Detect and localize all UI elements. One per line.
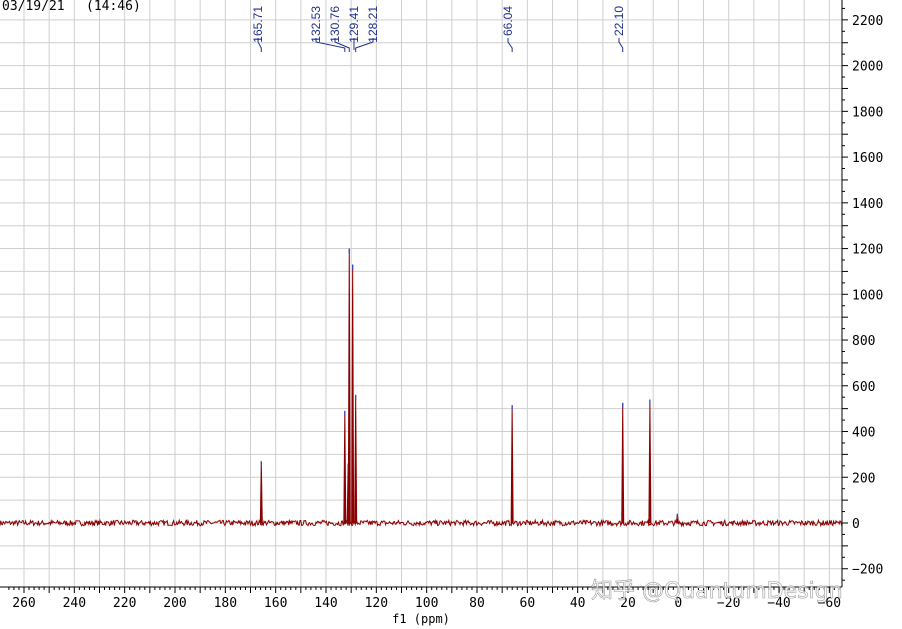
x-tick-label: 260 [12, 596, 35, 611]
y-tick-label: 0 [852, 517, 860, 532]
x-tick-label: 200 [163, 596, 186, 611]
header-time: (14:46) [86, 0, 141, 14]
watermark: 知乎 @QuantumDesign [591, 579, 843, 604]
x-tick-label: 180 [214, 596, 237, 611]
peak-label: 22.10 [612, 6, 626, 36]
y-tick-label: 200 [852, 471, 875, 486]
y-tick-label: 1400 [852, 197, 883, 212]
spectrum-peak [259, 461, 263, 524]
axes: 260 240 220 200 180 160 140 120 100 80 60 40 20 0 −20−… [0, 0, 883, 611]
y-tick-label: 800 [852, 334, 875, 349]
spectrum-peak [354, 394, 358, 524]
y-tick-label: 600 [852, 380, 875, 395]
x-tick-label: 120 [365, 596, 388, 611]
grid [0, 0, 842, 587]
x-tick-label: 40 [570, 596, 586, 611]
spectrum-peak [351, 264, 355, 524]
y-tick-label: 2000 [852, 60, 883, 75]
nmr-spectrum-chart: 260 240 220 200 180 160 140 120 100 80 60 40 20 0 −20−… [0, 0, 883, 626]
spectrum-peak [648, 399, 652, 524]
peak-label: 129.41 [347, 6, 361, 43]
spectrum-peak [510, 405, 514, 524]
y-tick-label: 400 [852, 426, 875, 441]
x-tick-label: 240 [63, 596, 86, 611]
peak-label: 132.53 [309, 6, 323, 43]
y-tick-label: 1200 [852, 243, 883, 258]
spectrum-baseline [0, 518, 843, 528]
peak-label-leader [618, 38, 624, 52]
y-tick-label: 1800 [852, 105, 883, 120]
spectrum [0, 248, 843, 528]
x-tick-label: 160 [264, 596, 287, 611]
peak-label: 130.76 [328, 6, 342, 43]
y-tick-label: 1600 [852, 151, 883, 166]
y-tick-label: −200 [852, 563, 883, 578]
peak-label: 66.04 [501, 6, 515, 36]
y-tick-label: 1000 [852, 288, 883, 303]
spectrum-peak [343, 410, 347, 524]
spectrum-peak [347, 248, 351, 524]
peak-label: 128.21 [366, 6, 380, 43]
x-axis-title: f1 (ppm) [392, 612, 450, 626]
x-tick-label: 80 [469, 596, 485, 611]
header-date: 03/19/21 [2, 0, 65, 14]
peak-labels: 165.71 132.53 130.76 129.41 128.21 66.04 22.10 [251, 6, 626, 52]
spectrum-peak [621, 402, 625, 524]
y-tick-label: 2200 [852, 14, 883, 29]
x-tick-label: 60 [520, 596, 536, 611]
peak-label-leader [507, 38, 513, 52]
x-tick-label: 220 [113, 596, 136, 611]
x-tick-label: 140 [314, 596, 337, 611]
peak-label: 165.71 [251, 6, 265, 43]
x-tick-label: 100 [415, 596, 438, 611]
